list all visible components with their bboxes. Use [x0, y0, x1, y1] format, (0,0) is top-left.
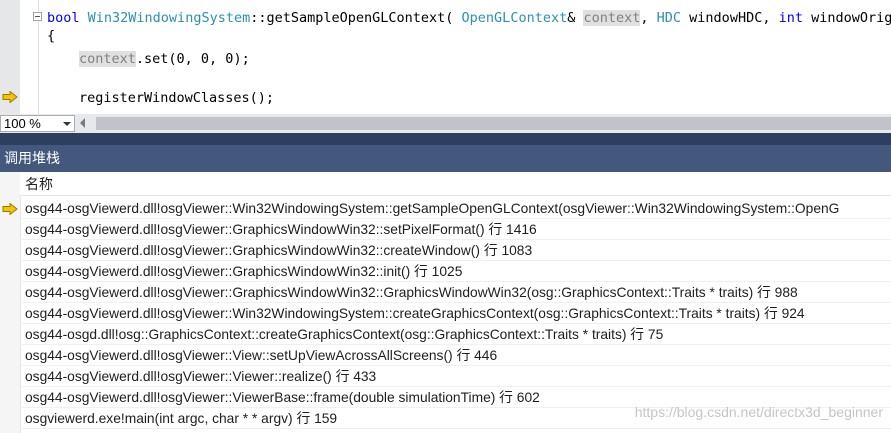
editor-status-bar: 100 % [0, 114, 891, 133]
zoom-dropdown[interactable]: 100 % [0, 115, 75, 132]
code-line-1[interactable]: bool Win32WindowingSystem::getSampleOpen… [47, 9, 891, 27]
collapse-toggle-icon[interactable] [33, 12, 42, 21]
hdc-param: windowHDC, [681, 10, 779, 26]
stack-frame-row[interactable]: osg44-osgViewerd.dll!osgViewer::Win32Win… [20, 303, 891, 324]
horizontal-scrollbar-thumb[interactable] [96, 117, 891, 130]
param-type: OpenGLContext [461, 10, 568, 26]
stack-frame-row[interactable]: osg44-osgViewerd.dll!osgViewer::Graphics… [20, 282, 891, 303]
register-call: registerWindowClasses(); [79, 90, 275, 106]
current-statement-arrow-icon [2, 91, 18, 103]
stack-frame-row[interactable]: osg44-osgd.dll!osg::GraphicsContext::cre… [20, 324, 891, 345]
stack-frame-row[interactable]: osg44-osgViewerd.dll!osgViewer::View::se… [20, 345, 891, 366]
column-header-name[interactable]: 名称 [20, 172, 891, 196]
chevron-down-icon [63, 122, 71, 126]
current-frame-arrow-icon [2, 203, 18, 215]
context-reference: context [79, 51, 136, 67]
code-line-4[interactable]: registerWindowClasses(); [79, 89, 274, 107]
remaining-params: windowOrigin [811, 10, 891, 26]
open-brace: { [47, 28, 56, 44]
stack-frame-row[interactable]: osg44-osgViewerd.dll!osgViewer::Viewer::… [20, 366, 891, 387]
stack-frame-row[interactable]: osg44-osgViewerd.dll!osgViewer::Graphics… [20, 261, 891, 282]
watermark: https://blog.csdn.net/directx3d_beginner [634, 404, 883, 420]
class-name: Win32WindowingSystem [87, 10, 251, 26]
hdc-type: HDC [656, 10, 682, 26]
code-line-2[interactable]: { [47, 27, 55, 45]
call-stack-panel: 名称 osg44-osgViewerd.dll!osgViewer::Win32… [0, 172, 891, 433]
zoom-value: 100 % [4, 116, 41, 131]
scroll-left-arrow-icon[interactable] [80, 118, 85, 128]
stack-frame-row[interactable]: osg44-osgViewerd.dll!osgViewer::Win32Win… [20, 198, 891, 219]
keyword-int: int [778, 10, 803, 26]
set-call: .set(0, 0, 0); [135, 51, 250, 67]
code-editor[interactable]: bool Win32WindowingSystem::getSampleOpen… [0, 0, 891, 114]
param-context: context [583, 10, 641, 26]
ampersand: & [567, 10, 584, 26]
stack-frame-row[interactable]: osg44-osgViewerd.dll!osgViewer::Graphics… [20, 240, 891, 261]
code-line-3[interactable]: context.set(0, 0, 0); [79, 50, 250, 68]
comma: , [640, 10, 657, 26]
panel-splitter[interactable] [0, 133, 891, 145]
call-stack-title[interactable]: 调用堆栈 [0, 145, 891, 172]
keyword-bool: bool [47, 10, 80, 26]
method-signature: ::getSampleOpenGLContext( [250, 10, 462, 26]
stack-frame-row[interactable]: osg44-osgViewerd.dll!osgViewer::Graphics… [20, 219, 891, 240]
